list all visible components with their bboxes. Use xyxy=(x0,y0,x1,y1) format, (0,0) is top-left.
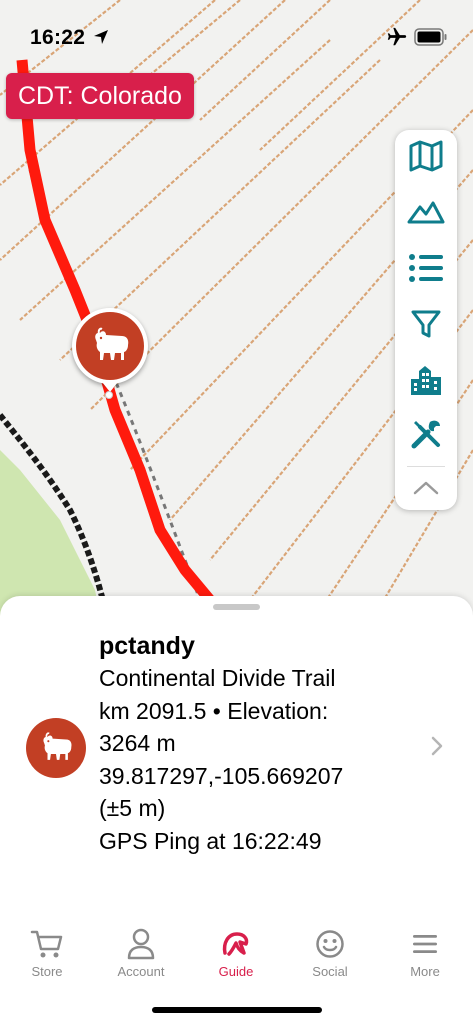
smiley-icon xyxy=(316,930,344,958)
map-toolbar xyxy=(395,130,457,510)
guide-logo-icon xyxy=(222,932,249,956)
marker-badge xyxy=(76,312,144,380)
battery-icon xyxy=(414,28,447,46)
tab-label: Social xyxy=(312,964,348,979)
menu-icon xyxy=(413,935,437,953)
status-time: 16:22 xyxy=(30,26,86,49)
map-layers-button[interactable] xyxy=(395,130,457,182)
elevation-profile-icon xyxy=(407,201,445,224)
marker-location-dot xyxy=(105,391,113,399)
elevation-value: 3264 m xyxy=(99,730,176,756)
coordinates: 39.817297,-105.669207 xyxy=(99,762,344,789)
list-icon xyxy=(409,254,443,282)
tools-icon xyxy=(411,420,440,449)
tab-label: Store xyxy=(31,964,63,979)
map-layers-icon xyxy=(409,140,443,172)
tab-label: Account xyxy=(117,964,165,979)
filter-icon xyxy=(411,310,441,338)
trail-name: Continental Divide Trail xyxy=(99,665,336,691)
tab-social[interactable]: Social xyxy=(283,920,377,990)
km-elevation: km 2091.5 • Elevation: xyxy=(99,697,329,724)
tab-guide[interactable]: Guide xyxy=(189,920,283,990)
sheet-grabber[interactable] xyxy=(213,604,260,610)
tab-label: More xyxy=(410,964,440,979)
airplane-icon xyxy=(387,27,407,46)
map-title-badge[interactable]: CDT: Colorado xyxy=(6,73,194,119)
collapse-toolbar-button[interactable] xyxy=(395,466,457,510)
town-icon xyxy=(411,366,441,395)
cart-icon xyxy=(30,930,63,958)
chevron-right-icon[interactable] xyxy=(430,735,444,757)
person-icon xyxy=(127,928,155,960)
collapse-chevron-icon xyxy=(413,481,439,495)
mountain-goat-icon xyxy=(95,327,129,360)
tab-label: Guide xyxy=(218,964,254,979)
tab-bar: Store Account Guide Social More xyxy=(0,920,473,990)
tools-button[interactable] xyxy=(395,408,457,460)
filter-button[interactable] xyxy=(395,298,457,350)
tab-more[interactable]: More xyxy=(378,920,472,990)
elevation-profile-button[interactable] xyxy=(395,186,457,238)
mountain-goat-icon xyxy=(43,732,72,760)
hiker-info[interactable]: pctandy Continental Divide Trail km 2091… xyxy=(99,630,419,857)
username: pctandy xyxy=(99,632,195,660)
gps-accuracy: (±5 m) xyxy=(99,795,166,821)
user-avatar xyxy=(26,718,86,778)
home-indicator xyxy=(152,1007,322,1013)
list-button[interactable] xyxy=(395,242,457,294)
town-button[interactable] xyxy=(395,354,457,406)
location-arrow-icon xyxy=(94,30,108,44)
status-bar: 16:22 xyxy=(0,0,473,70)
tab-store[interactable]: Store xyxy=(0,920,94,990)
gps-ping-time: GPS Ping at 16:22:49 xyxy=(99,827,322,854)
hiker-marker[interactable] xyxy=(72,308,148,384)
tab-account[interactable]: Account xyxy=(94,920,188,990)
